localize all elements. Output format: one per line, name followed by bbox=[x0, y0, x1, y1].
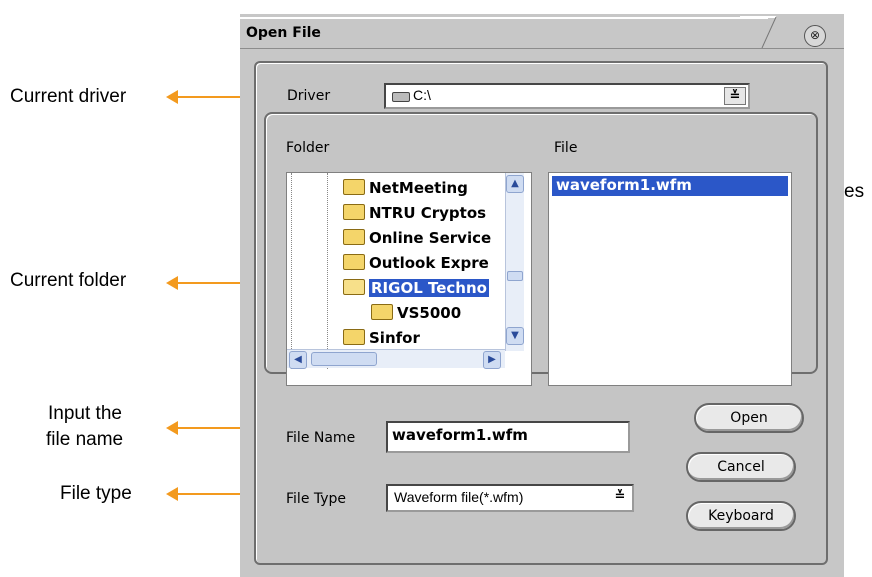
chevron-down-icon[interactable]: ≚ bbox=[610, 488, 630, 508]
folder-icon bbox=[343, 229, 365, 245]
open-button[interactable]: Open bbox=[694, 403, 804, 433]
folder-icon bbox=[343, 204, 365, 220]
file-name-label: File Name bbox=[286, 430, 356, 446]
tree-guide-line-2 bbox=[327, 173, 328, 369]
scroll-right-icon[interactable]: ▶ bbox=[483, 351, 501, 369]
tree-item-sinfor[interactable]: Sinfor bbox=[343, 329, 420, 347]
callout-current-driver: Current driver bbox=[10, 86, 127, 107]
scroll-left-icon[interactable]: ◀ bbox=[289, 351, 307, 369]
file-label: File bbox=[554, 140, 578, 156]
tree-item-rigol-selected[interactable]: RIGOL Techno bbox=[343, 279, 489, 297]
file-list[interactable] bbox=[548, 172, 792, 386]
cancel-button[interactable]: Cancel bbox=[686, 452, 796, 482]
callout-current-folder: Current folder bbox=[10, 270, 127, 291]
close-icon[interactable]: ⊗ bbox=[804, 25, 826, 47]
folder-tree-content: NetMeeting NTRU Cryptos Online Service O… bbox=[287, 173, 531, 369]
tree-item-outlook[interactable]: Outlook Expre bbox=[343, 254, 489, 272]
scroll-thumb[interactable] bbox=[507, 271, 523, 281]
callout-file-type: File type bbox=[60, 483, 132, 504]
driver-value: C:\ bbox=[413, 87, 431, 103]
h-scroll-thumb[interactable] bbox=[311, 352, 377, 366]
tree-horizontal-scrollbar[interactable]: ◀ ▶ bbox=[287, 349, 505, 369]
file-type-value: Waveform file(*.wfm) bbox=[394, 489, 524, 505]
driver-label: Driver bbox=[287, 88, 331, 104]
callout-input-file-name-1: Input the bbox=[48, 403, 122, 424]
scroll-up-icon[interactable]: ▲ bbox=[506, 175, 524, 193]
folder-icon bbox=[343, 329, 365, 345]
scroll-down-icon[interactable]: ▼ bbox=[506, 327, 524, 345]
tree-item-vs5000[interactable]: VS5000 bbox=[371, 304, 461, 322]
tree-item-ntru[interactable]: NTRU Cryptos bbox=[343, 204, 486, 222]
titlebar-divider bbox=[240, 48, 844, 49]
dialog-title: Open File bbox=[246, 25, 321, 41]
tree-item-netmeeting[interactable]: NetMeeting bbox=[343, 179, 468, 197]
folder-label: Folder bbox=[286, 140, 330, 156]
folder-icon bbox=[371, 304, 393, 320]
folder-icon bbox=[343, 179, 365, 195]
keyboard-button[interactable]: Keyboard bbox=[686, 501, 796, 531]
folder-icon bbox=[343, 254, 365, 270]
drive-icon bbox=[392, 92, 410, 102]
dialog-titlebar: Open File ⊗ bbox=[240, 14, 844, 50]
driver-select[interactable]: C:\ ≚ bbox=[384, 83, 750, 109]
callout-input-file-name-2: file name bbox=[46, 429, 124, 450]
file-item-waveform1[interactable]: waveform1.wfm bbox=[552, 176, 788, 196]
chevron-down-icon[interactable]: ≚ bbox=[724, 87, 746, 105]
file-type-label: File Type bbox=[286, 491, 347, 507]
title-tab: Open File bbox=[240, 17, 768, 50]
file-name-input[interactable]: waveform1.wfm bbox=[386, 421, 630, 453]
tree-item-online-services[interactable]: Online Service bbox=[343, 229, 491, 247]
open-folder-icon bbox=[343, 279, 365, 295]
tree-guide-line bbox=[291, 173, 292, 369]
tree-vertical-scrollbar[interactable]: ▲ ▼ bbox=[505, 173, 524, 351]
file-type-select[interactable]: Waveform file(*.wfm) ≚ bbox=[386, 484, 634, 512]
